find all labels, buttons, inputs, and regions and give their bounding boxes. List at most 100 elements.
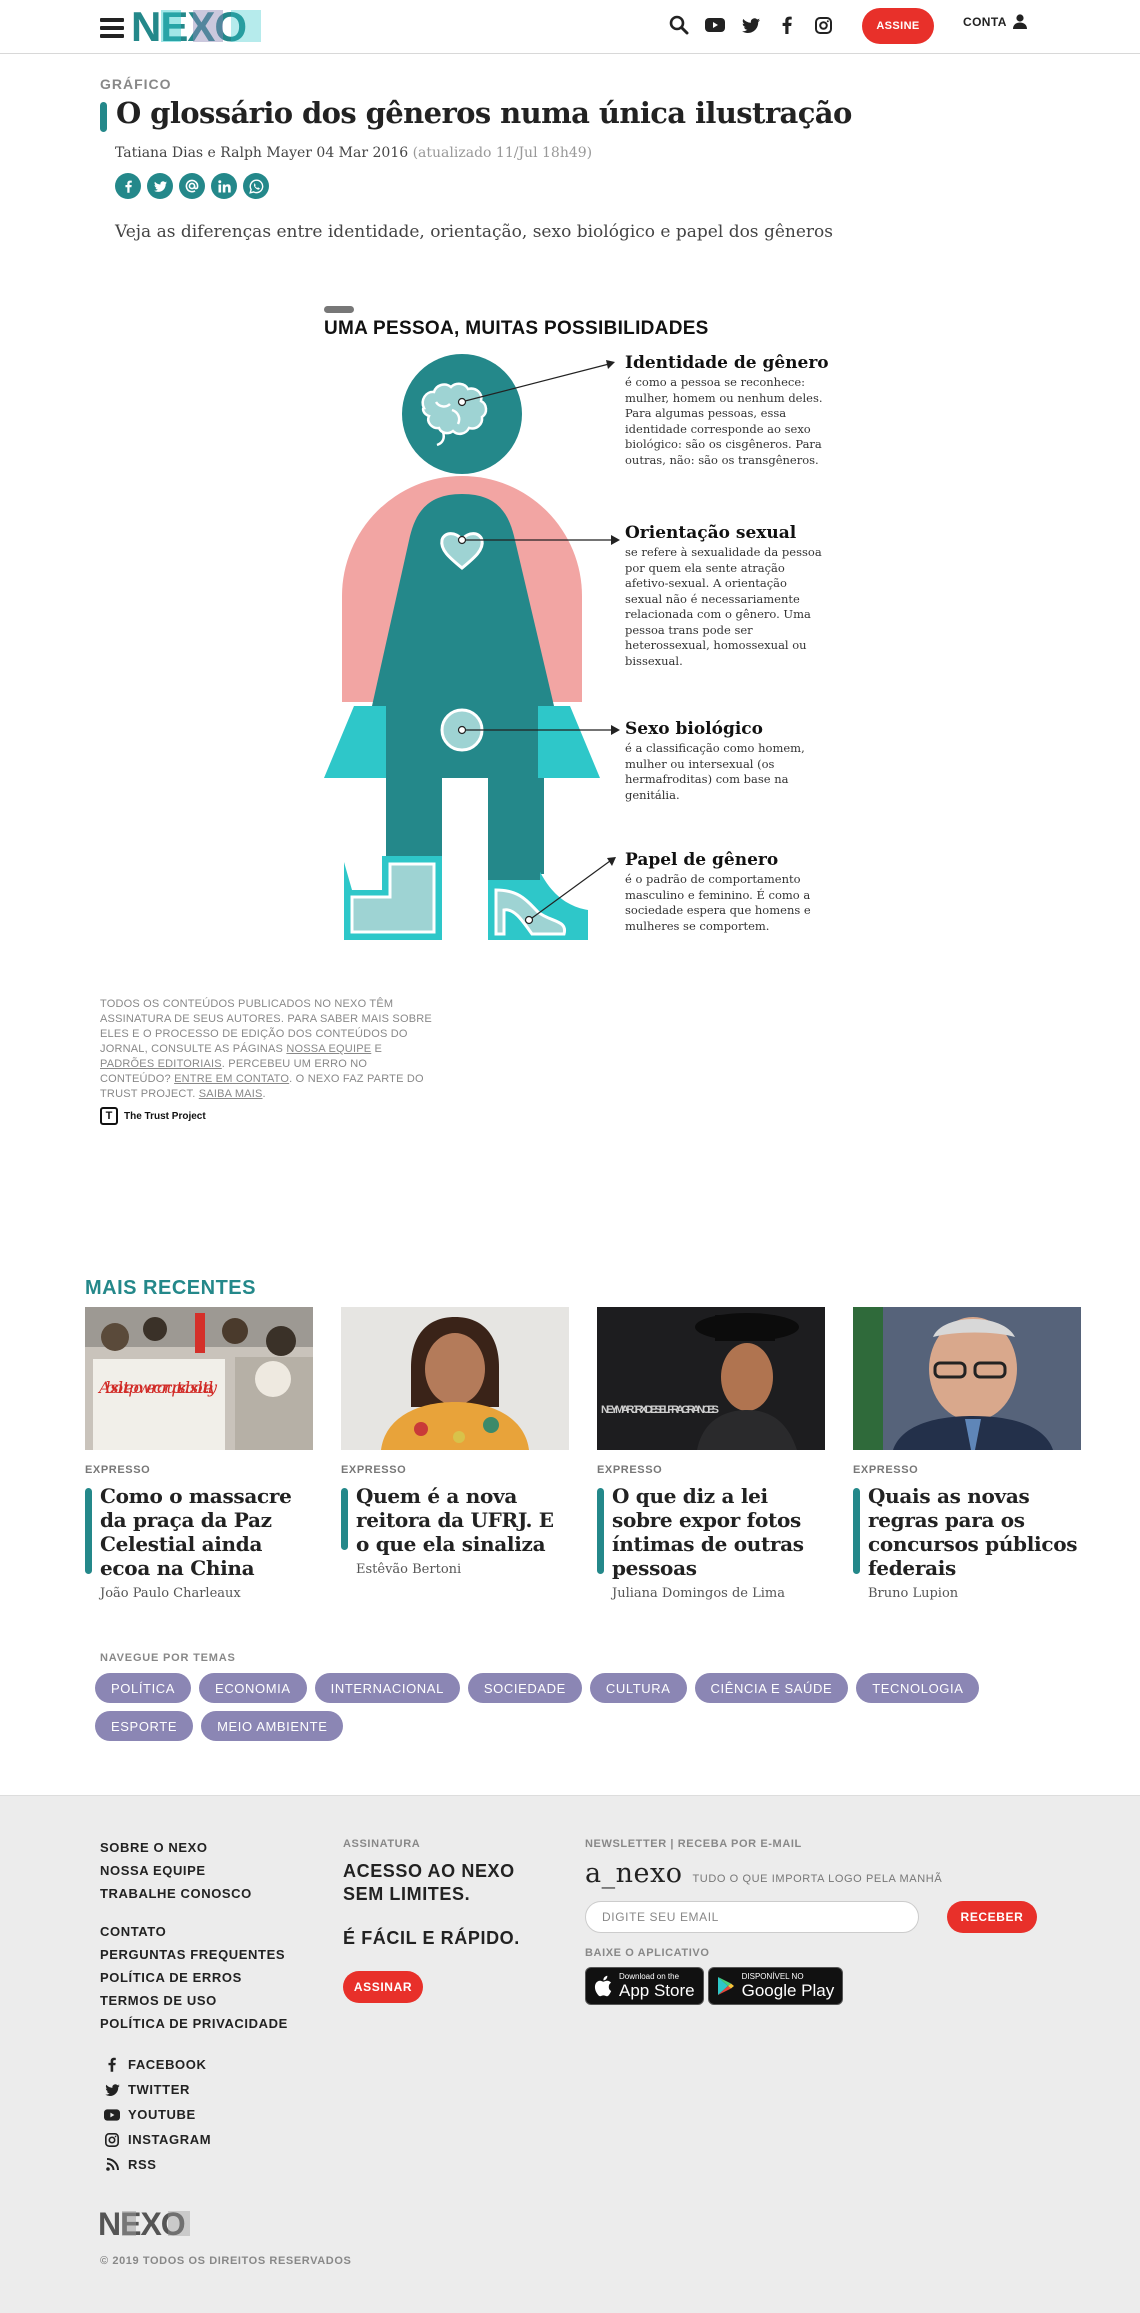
svg-text:NEYMAR JR X DIESEL FRAGRANCES: NEYMAR JR X DIESEL FRAGRANCES	[601, 1404, 719, 1416]
share-twitter-icon[interactable]	[147, 173, 173, 199]
footer-link-faq[interactable]: PERGUNTAS FREQUENTES	[100, 1947, 288, 1970]
annotation-title: Identidade de gênero	[625, 353, 829, 373]
trust-project-logo[interactable]: T The Trust Project	[100, 1107, 206, 1125]
share-facebook-icon[interactable]	[115, 173, 141, 199]
share-email-icon[interactable]	[179, 173, 205, 199]
footer-social-youtube[interactable]: YOUTUBE	[104, 2102, 211, 2127]
subscribe-footer-button[interactable]: ASSINAR	[343, 1971, 423, 2003]
share-linkedin-icon[interactable]	[211, 173, 237, 199]
theme-politica[interactable]: POLÍTICA	[95, 1673, 192, 1703]
subscription-subtitle: É FÁCIL E RÁPIDO.	[343, 1928, 520, 1948]
article-summary: Veja as diferenças entre identidade, ori…	[115, 222, 833, 242]
footer-link-erros[interactable]: POLÍTICA DE ERROS	[100, 1970, 288, 1993]
link-nossa-equipe[interactable]: Nossa equipe	[286, 1043, 371, 1055]
link-padroes-editoriais[interactable]: Padrões editoriais	[100, 1058, 222, 1070]
theme-ciencia-e-saude[interactable]: CIÊNCIA E SAÚDE	[694, 1673, 849, 1703]
youtube-icon	[104, 2108, 120, 2121]
card-title[interactable]: Como o massacre da praça da Paz Celestia…	[100, 1484, 313, 1580]
link-entre-em-contato[interactable]: Entre em contato	[174, 1073, 289, 1085]
theme-pills: POLÍTICA ECONOMIA INTERNACIONAL SOCIEDAD…	[95, 1673, 1085, 1741]
footer-social-instagram[interactable]: INSTAGRAM	[104, 2127, 211, 2152]
recent-card[interactable]: Absolute power corrupts absolutely EXPRE…	[85, 1307, 313, 1601]
theme-meio-ambiente[interactable]: MEIO AMBIENTE	[201, 1711, 344, 1741]
recent-heading: MAIS RECENTES	[85, 1277, 256, 1299]
footer-social-facebook[interactable]: FACEBOOK	[104, 2052, 211, 2077]
footer-links: SOBRE O NEXO NOSSA EQUIPE TRABALHE CONOS…	[100, 1840, 288, 2039]
twitter-icon	[104, 2083, 120, 2096]
theme-esporte[interactable]: ESPORTE	[95, 1711, 194, 1741]
footer-link-privacidade[interactable]: POLÍTICA DE PRIVACIDADE	[100, 2016, 288, 2039]
instagram-icon[interactable]	[812, 13, 834, 37]
footer-link-equipe[interactable]: NOSSA EQUIPE	[100, 1863, 288, 1886]
subscription-label: ASSINATURA	[343, 1838, 421, 1850]
card-tag: EXPRESSO	[853, 1464, 919, 1476]
card-thumbnail[interactable]	[341, 1307, 569, 1450]
card-thumbnail[interactable]: Absolute power corrupts absolutely	[85, 1307, 313, 1450]
social-label: FACEBOOK	[128, 2057, 207, 2072]
social-label: YOUTUBE	[128, 2107, 196, 2122]
card-thumbnail[interactable]: NEYMAR JR X DIESEL FRAGRANCES	[597, 1307, 825, 1450]
card-tag: EXPRESSO	[85, 1464, 151, 1476]
annotation-biological-sex: Sexo biológico é a classificação como ho…	[625, 719, 825, 803]
theme-sociedade[interactable]: SOCIEDADE	[467, 1673, 582, 1703]
footer-subscription: ASSINATURA ACESSO AO NEXO SEM LIMITES. É…	[343, 1838, 543, 2003]
theme-economia[interactable]: ECONOMIA	[199, 1673, 307, 1703]
nexo-logo[interactable]: NEXO	[131, 3, 287, 51]
link-saiba-mais[interactable]: Saiba mais	[199, 1088, 263, 1100]
trust-project-icon: T	[100, 1107, 118, 1125]
high-heel-icon	[488, 858, 588, 940]
theme-internacional[interactable]: INTERNACIONAL	[314, 1673, 460, 1703]
footer-social-rss[interactable]: RSS	[104, 2152, 211, 2177]
recent-card[interactable]: NEYMAR JR X DIESEL FRAGRANCES EXPRESSO O…	[597, 1307, 825, 1601]
annotation-title: Sexo biológico	[625, 719, 764, 739]
youtube-icon[interactable]	[704, 13, 726, 37]
app-store-badge[interactable]: Download on the App Store	[585, 1967, 704, 2005]
annotation-title: Papel de gênero	[625, 850, 779, 870]
annotation-gender-identity: Identidade de gênero é como a pessoa se …	[625, 353, 829, 468]
share-buttons	[115, 173, 269, 199]
annotation-text: é o padrão de comportamento masculino e …	[625, 872, 811, 933]
search-icon[interactable]	[668, 13, 690, 37]
article-title: O glossário dos gêneros numa única ilust…	[116, 96, 852, 130]
infographic-figure	[324, 350, 624, 955]
newsletter-email-input[interactable]	[585, 1901, 919, 1933]
facebook-icon	[104, 2057, 120, 2072]
subscribe-button[interactable]: ASSINE	[862, 8, 934, 44]
card-title[interactable]: Quais as novas regras para os concursos …	[868, 1484, 1081, 1580]
annotation-sexual-orientation: Orientação sexual se refere à sexualidad…	[625, 523, 825, 669]
footer-link-termos[interactable]: TERMOS DE USO	[100, 1993, 288, 2016]
footer-social-twitter[interactable]: TWITTER	[104, 2077, 211, 2102]
card-title[interactable]: O que diz a lei sobre expor fotos íntima…	[612, 1484, 825, 1580]
recent-card[interactable]: EXPRESSO Quais as novas regras para os c…	[853, 1307, 1081, 1601]
footer-nexo-logo[interactable]: NEXO	[98, 2206, 214, 2245]
footer-link-contato[interactable]: CONTATO	[100, 1924, 288, 1947]
share-whatsapp-icon[interactable]	[243, 173, 269, 199]
social-label: INSTAGRAM	[128, 2132, 212, 2147]
footer-link-trabalhe[interactable]: TRABALHE CONOSCO	[100, 1886, 288, 1909]
card-author: Bruno Lupion	[868, 1586, 959, 1601]
trust-notice: Todos os conteúdos publicados no Nexo tê…	[100, 997, 436, 1102]
card-title[interactable]: Quem é a nova reitora da UFRJ. E o que e…	[356, 1484, 569, 1556]
google-play-small: DISPONÍVEL NO	[741, 1972, 804, 1981]
account-link[interactable]: CONTA	[963, 14, 1027, 29]
newsletter-submit-button[interactable]: RECEBER	[947, 1901, 1037, 1933]
twitter-icon[interactable]	[740, 13, 762, 37]
social-label: RSS	[128, 2157, 157, 2172]
facebook-icon[interactable]	[776, 13, 798, 37]
theme-tecnologia[interactable]: TECNOLOGIA	[856, 1673, 980, 1703]
card-thumbnail[interactable]	[853, 1307, 1081, 1450]
footer-link-sobre[interactable]: SOBRE O NEXO	[100, 1840, 288, 1863]
app-download-label: BAIXE O APLICATIVO	[585, 1947, 710, 1959]
google-play-badge[interactable]: DISPONÍVEL NO Google Play	[707, 1967, 844, 2005]
article-kicker: GRÁFICO	[100, 76, 172, 92]
newsletter-brand: a_nexo	[585, 1858, 683, 1889]
subscription-title: ACESSO AO NEXO SEM LIMITES.	[343, 1861, 515, 1904]
recent-card[interactable]: EXPRESSO Quem é a nova reitora da UFRJ. …	[341, 1307, 569, 1577]
user-icon	[1012, 14, 1027, 29]
hamburger-menu-icon[interactable]	[100, 18, 124, 38]
theme-cultura[interactable]: CULTURA	[589, 1673, 687, 1703]
newsletter-label: NEWSLETTER | RECEBA POR E-MAIL	[585, 1838, 802, 1850]
apple-icon	[594, 1975, 612, 1997]
trust-text: .	[262, 1088, 266, 1100]
footer-newsletter: NEWSLETTER | RECEBA POR E-MAIL a_nexo TU…	[585, 1838, 1037, 2005]
